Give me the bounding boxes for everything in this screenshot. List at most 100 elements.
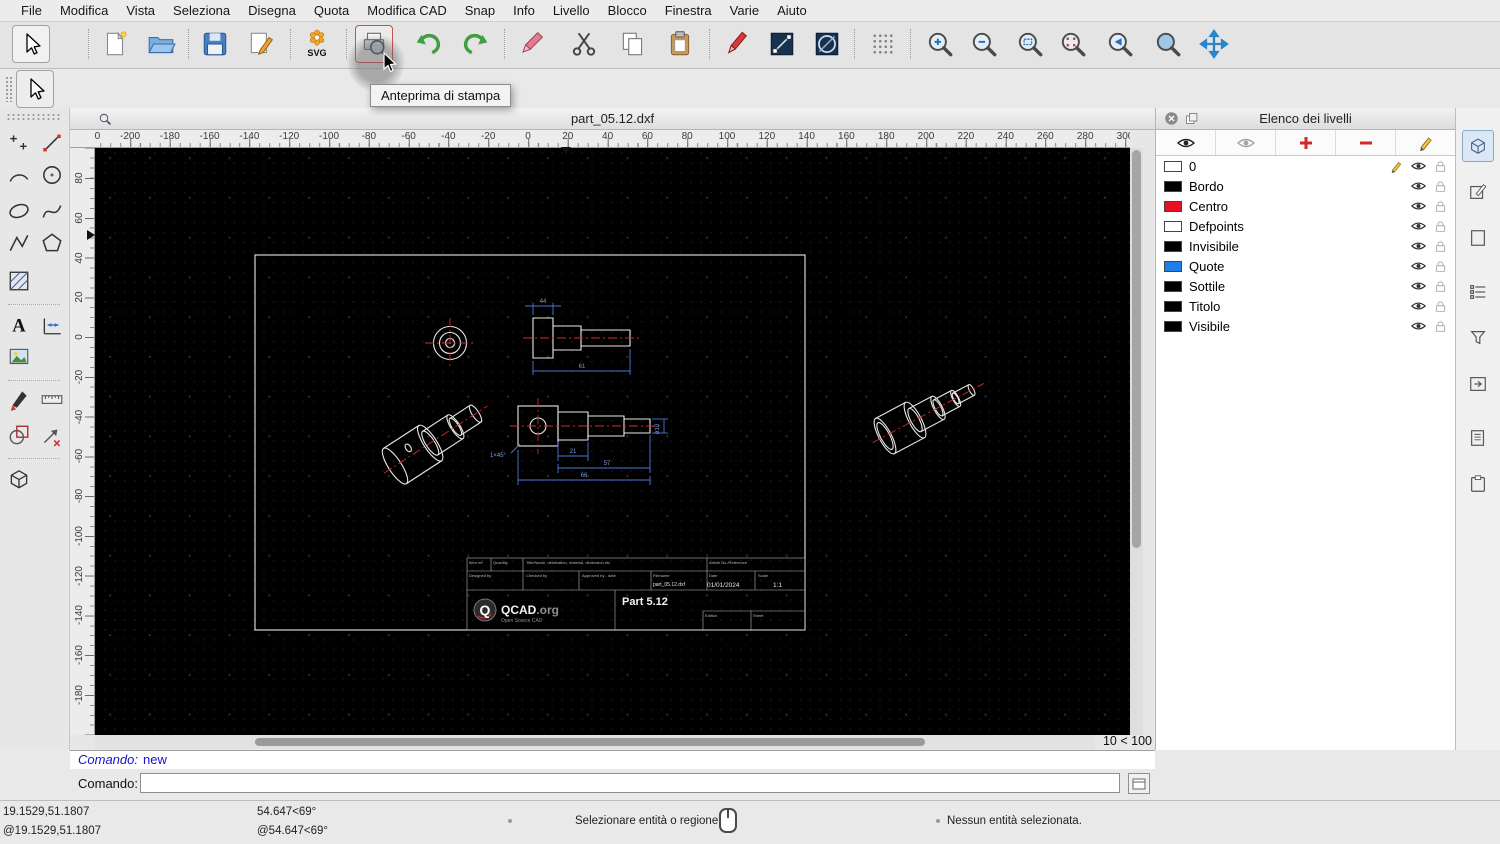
horizontal-scrollbar-thumb[interactable] — [255, 738, 925, 746]
layer-row[interactable]: Sottile — [1156, 276, 1455, 296]
layer-lock-icon[interactable] — [1434, 160, 1447, 173]
layer-visibility-eye-icon[interactable] — [1411, 301, 1426, 311]
vertical-scrollbar[interactable] — [1130, 148, 1143, 735]
dock-list-button[interactable] — [1462, 276, 1494, 308]
layer-visibility-eye-icon[interactable] — [1411, 281, 1426, 291]
layer-row[interactable]: Centro — [1156, 196, 1455, 216]
grid-toggle-button[interactable] — [864, 25, 902, 63]
layer-row[interactable]: Bordo — [1156, 176, 1455, 196]
layer-visibility-eye-icon[interactable] — [1411, 241, 1426, 251]
hatch-tool-button[interactable] — [3, 265, 34, 296]
layer-row[interactable]: Quote — [1156, 256, 1455, 276]
layer-row[interactable]: Visibile — [1156, 316, 1455, 336]
line-tool-button[interactable] — [36, 127, 67, 158]
layer-visibility-eye-icon[interactable] — [1411, 181, 1426, 191]
viewport-3d-tool-button[interactable] — [3, 463, 34, 494]
arc-tool-button[interactable] — [3, 159, 34, 190]
dock-filter-button[interactable] — [1462, 322, 1494, 354]
menu-item-modifica-cad[interactable]: Modifica CAD — [358, 1, 455, 20]
remove-layer-button[interactable] — [1336, 130, 1396, 155]
horizontal-scrollbar[interactable] — [95, 735, 1095, 749]
layer-lock-icon[interactable] — [1434, 220, 1447, 233]
dimension-tool-button[interactable] — [36, 309, 67, 340]
menu-item-vista[interactable]: Vista — [117, 1, 164, 20]
select-tool-button[interactable] — [12, 25, 50, 63]
menu-item-quota[interactable]: Quota — [305, 1, 358, 20]
layer-visibility-eye-icon[interactable] — [1411, 221, 1426, 231]
menu-item-info[interactable]: Info — [504, 1, 544, 20]
circle-tool-button[interactable] — [36, 159, 67, 190]
menu-item-aiuto[interactable]: Aiuto — [768, 1, 816, 20]
layer-row[interactable]: Titolo — [1156, 296, 1455, 316]
vertical-scrollbar-thumb[interactable] — [1132, 150, 1141, 548]
undo-button[interactable] — [410, 25, 448, 63]
edit-entity-button[interactable] — [763, 25, 801, 63]
dock-viewport-button[interactable] — [1462, 130, 1494, 162]
layer-lock-icon[interactable] — [1434, 320, 1447, 333]
pan-button[interactable] — [1195, 25, 1233, 63]
modify-tool-button[interactable] — [36, 419, 67, 450]
zoom-auto-button[interactable] — [1011, 25, 1049, 63]
current-tool-button[interactable] — [16, 70, 54, 108]
layer-lock-icon[interactable] — [1434, 180, 1447, 193]
polygon-tool-button[interactable] — [36, 227, 67, 258]
dock-block-edit-button[interactable] — [1462, 176, 1494, 208]
menu-item-snap[interactable]: Snap — [456, 1, 504, 20]
dock-sheet-button[interactable] — [1462, 222, 1494, 254]
zoom-previous-button[interactable] — [1101, 25, 1139, 63]
ellipse-tool-button[interactable] — [3, 195, 34, 226]
hide-all-layers-button[interactable] — [1216, 130, 1276, 155]
menu-item-livello[interactable]: Livello — [544, 1, 599, 20]
cut-button[interactable] — [565, 25, 603, 63]
dock-reference-button[interactable] — [1462, 368, 1494, 400]
layer-visibility-eye-icon[interactable] — [1411, 321, 1426, 331]
text-tool-button[interactable]: A — [3, 309, 34, 340]
measure-tool-button[interactable] — [36, 383, 67, 414]
menu-item-file[interactable]: File — [12, 1, 51, 20]
command-input[interactable] — [140, 773, 1120, 793]
polyline-tool-button[interactable] — [3, 227, 34, 258]
edit-layer-button[interactable] — [1396, 130, 1455, 155]
show-all-layers-button[interactable] — [1156, 130, 1216, 155]
layer-lock-icon[interactable] — [1434, 280, 1447, 293]
layer-lock-icon[interactable] — [1434, 260, 1447, 273]
open-file-button[interactable] — [142, 25, 180, 63]
erase-button[interactable] — [512, 25, 550, 63]
image-tool-button[interactable] — [3, 341, 34, 372]
point-tool-button[interactable] — [3, 127, 34, 158]
layer-row[interactable]: Invisibile — [1156, 236, 1455, 256]
layer-lock-icon[interactable] — [1434, 240, 1447, 253]
dock-clipboard-button[interactable] — [1462, 468, 1494, 500]
layer-lock-icon[interactable] — [1434, 200, 1447, 213]
zoom-window-button[interactable] — [1149, 25, 1187, 63]
new-file-button[interactable] — [96, 25, 134, 63]
freehand-tool-button[interactable] — [3, 383, 34, 414]
zoom-out-button[interactable] — [965, 25, 1003, 63]
document-tab-bar[interactable]: part_05.12.dxf — [70, 108, 1155, 130]
circle-null-layer-button[interactable] — [808, 25, 846, 63]
layer-visibility-eye-icon[interactable] — [1411, 261, 1426, 271]
menu-item-modifica[interactable]: Modifica — [51, 1, 117, 20]
shape-boolean-tool-button[interactable] — [3, 419, 34, 450]
copy-button[interactable] — [614, 25, 652, 63]
layer-visibility-eye-icon[interactable] — [1411, 161, 1426, 171]
save-as-button[interactable] — [242, 25, 280, 63]
menu-item-seleziona[interactable]: Seleziona — [164, 1, 239, 20]
layer-lock-icon[interactable] — [1434, 300, 1447, 313]
layer-row[interactable]: Defpoints — [1156, 216, 1455, 236]
menu-item-finestra[interactable]: Finestra — [656, 1, 721, 20]
dock-document-button[interactable] — [1462, 422, 1494, 454]
layer-row[interactable]: 0 — [1156, 156, 1455, 176]
svg-export-button[interactable]: SVG — [298, 25, 336, 63]
menu-item-blocco[interactable]: Blocco — [599, 1, 656, 20]
add-layer-button[interactable] — [1276, 130, 1336, 155]
command-options-button[interactable] — [1128, 773, 1150, 794]
layer-visibility-eye-icon[interactable] — [1411, 201, 1426, 211]
drawing-canvas[interactable]: 44 61 21 57 66 ø10 1×45° — [95, 148, 1130, 735]
paste-button[interactable] — [661, 25, 699, 63]
toolbar-grip[interactable] — [5, 76, 12, 102]
palette-grip[interactable] — [6, 113, 62, 122]
zoom-selection-button[interactable] — [1054, 25, 1092, 63]
save-button[interactable] — [196, 25, 234, 63]
menu-item-disegna[interactable]: Disegna — [239, 1, 305, 20]
